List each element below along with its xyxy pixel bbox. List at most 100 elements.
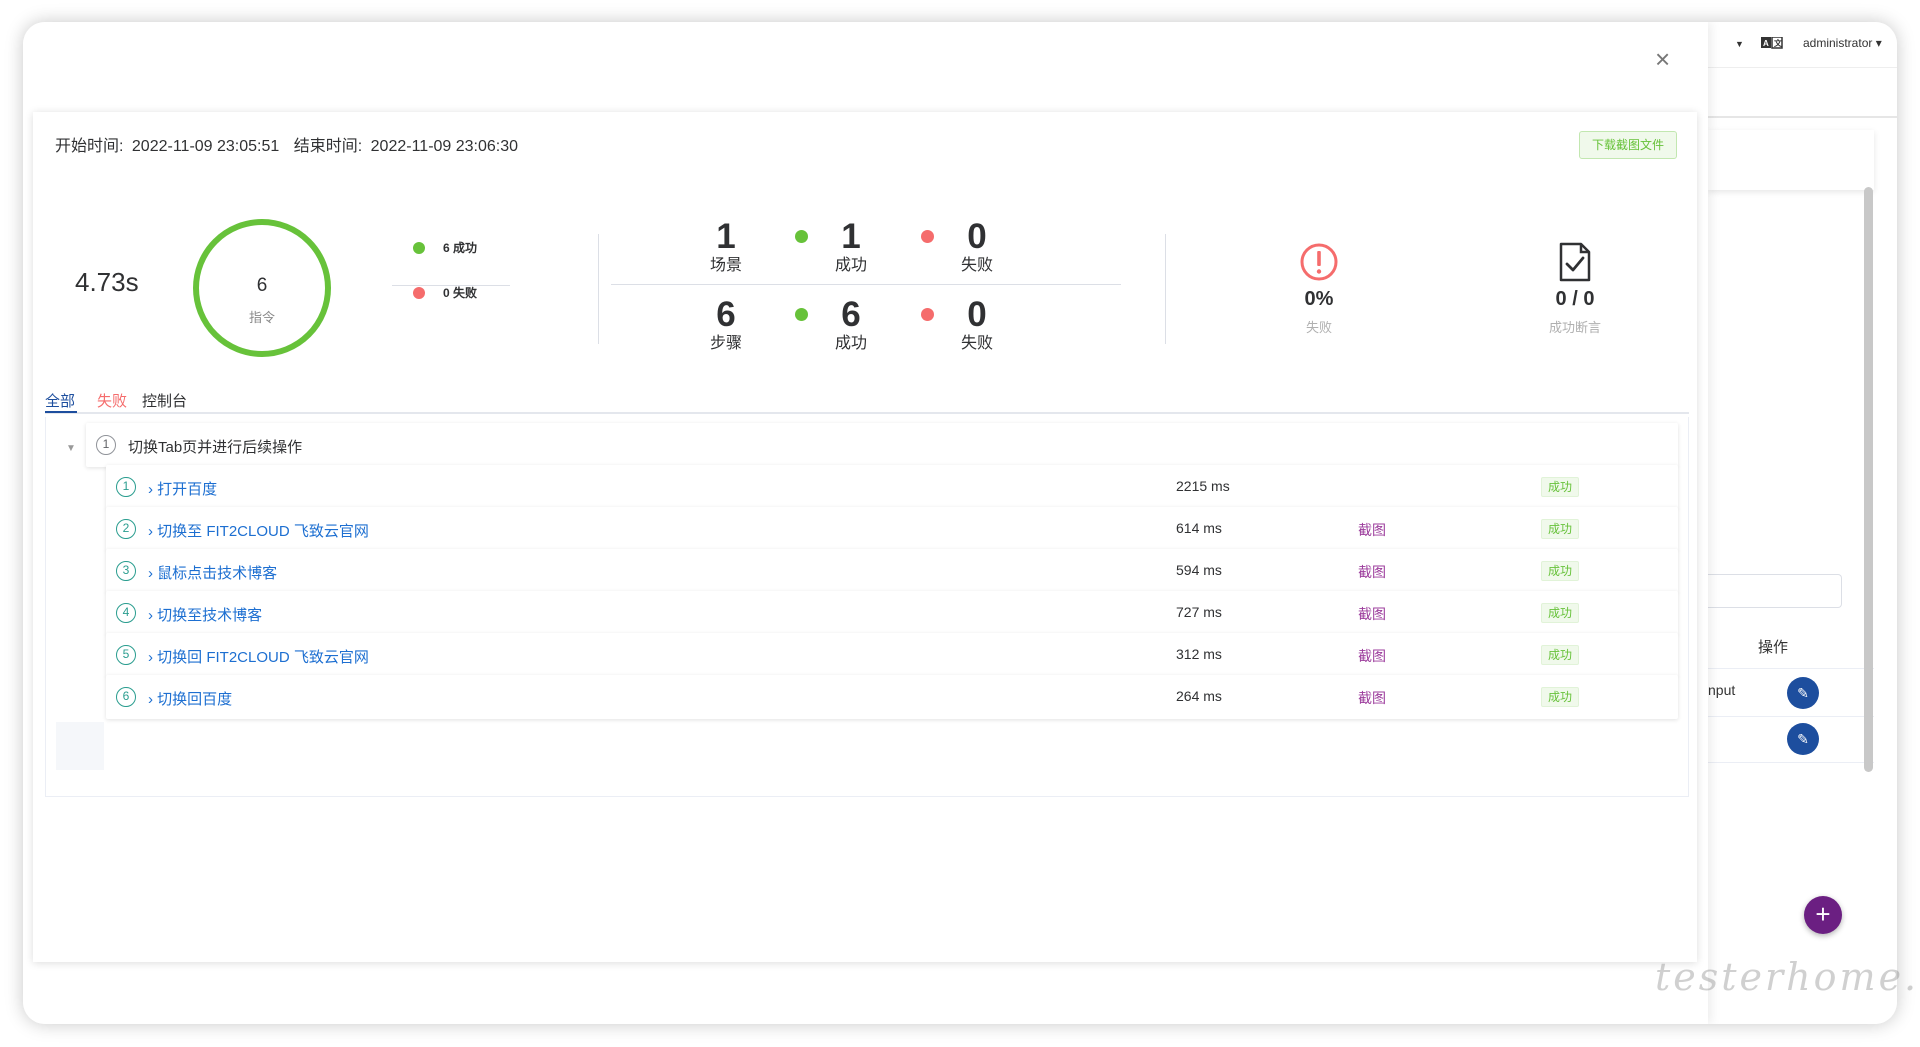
- scenario-group[interactable]: 1 切换Tab页并进行后续操作: [86, 423, 1678, 467]
- step-fail-value: 0: [967, 295, 987, 334]
- stats-divider: [611, 284, 1121, 285]
- top-header: ▼ A文 administrator ▾: [1708, 22, 1897, 68]
- step-row[interactable]: 5 › 切换回 FIT2CLOUD 飞致云官网 312 ms 截图 成功: [106, 633, 1678, 677]
- status-badge: 成功: [1541, 519, 1579, 539]
- scrollbar[interactable]: [1864, 187, 1873, 772]
- step-row[interactable]: 2 › 切换至 FIT2CLOUD 飞致云官网 614 ms 截图 成功: [106, 507, 1678, 551]
- edit-button[interactable]: ✎: [1787, 723, 1819, 755]
- status-badge: 成功: [1541, 603, 1579, 623]
- screenshot-link[interactable]: 截图: [1358, 604, 1386, 624]
- app-window: ▼ A文 administrator ▾ 操作 nput ✎ ✎ + × 开始时…: [23, 22, 1897, 1024]
- download-screenshots-button[interactable]: 下载截图文件: [1579, 131, 1677, 159]
- step-total: 6 步骤: [681, 296, 771, 354]
- username: administrator: [1803, 36, 1873, 50]
- step-fail-label: 失败: [960, 335, 993, 352]
- legend-success-text: 6 成功: [443, 241, 478, 255]
- watermark: testerhome.com: [1655, 955, 1920, 999]
- step-success-label: 成功: [834, 335, 867, 352]
- scenario-success-label: 成功: [834, 257, 867, 274]
- chevron-right-icon: ›: [148, 565, 153, 582]
- chevron-down-icon[interactable]: ▼: [1735, 39, 1744, 49]
- row-divider: [1708, 762, 1874, 763]
- start-time: 2022-11-09 23:05:51: [131, 138, 280, 155]
- report-card: 开始时间: 2022-11-09 23:05:51 结束时间: 2022-11-…: [33, 112, 1697, 962]
- row-divider: [1708, 668, 1874, 669]
- scenario-total: 1 场景: [681, 218, 771, 276]
- step-index: 4: [116, 603, 136, 623]
- fail-dot: [413, 287, 425, 299]
- report-dialog: × 开始时间: 2022-11-09 23:05:51 结束时间: 2022-1…: [23, 22, 1708, 1024]
- step-tree: ▼ 1 切换Tab页并进行后续操作 1 › 打开百度 2215 ms 成功 2 …: [45, 417, 1689, 797]
- operations-column-header: 操作: [1758, 639, 1789, 656]
- chevron-right-icon: ›: [148, 691, 153, 708]
- status-badge: 成功: [1541, 687, 1579, 707]
- tab-console[interactable]: 控制台: [142, 390, 187, 411]
- step-index: 2: [116, 519, 136, 539]
- row-divider: [1708, 716, 1874, 717]
- status-badge: 成功: [1541, 645, 1579, 665]
- status-badge: 成功: [1541, 561, 1579, 581]
- step-row[interactable]: 3 › 鼠标点击技术博客 594 ms 截图 成功: [106, 549, 1678, 593]
- assertions: 0 / 0 成功断言: [1515, 242, 1635, 336]
- edit-button[interactable]: ✎: [1787, 677, 1819, 709]
- fail-rate-value: 0%: [1304, 288, 1334, 310]
- step-index: 3: [116, 561, 136, 581]
- group-title: 切换Tab页并进行后续操作: [128, 439, 303, 456]
- chevron-right-icon: ›: [148, 523, 153, 540]
- chevron-right-icon: ›: [148, 649, 153, 666]
- step-success-value: 6: [841, 295, 861, 334]
- row-text: nput: [1708, 682, 1736, 698]
- end-time-label: 结束时间:: [293, 138, 363, 155]
- scenario-success: 1 成功: [806, 218, 896, 276]
- user-menu[interactable]: administrator ▾: [1803, 36, 1882, 50]
- step-name[interactable]: › 切换至技术博客: [148, 604, 262, 625]
- step-row[interactable]: 1 › 打开百度 2215 ms 成功: [106, 465, 1678, 509]
- tab-fail-label: 失败: [97, 393, 128, 410]
- step-name-text: 切换至技术博客: [157, 607, 263, 624]
- step-name[interactable]: › 打开百度: [148, 478, 217, 499]
- step-name[interactable]: › 鼠标点击技术博客: [148, 562, 277, 583]
- fail-rate-caption: 失败: [1305, 320, 1332, 335]
- legend-fail: 0 失败: [413, 284, 477, 301]
- step-index: 5: [116, 645, 136, 665]
- step-time: 594 ms: [1176, 562, 1222, 578]
- scenario-fail-label: 失败: [960, 257, 993, 274]
- background-search-input[interactable]: [1708, 574, 1842, 608]
- step-name[interactable]: › 切换至 FIT2CLOUD 飞致云官网: [148, 520, 369, 541]
- tab-active-indicator: [45, 411, 77, 413]
- assertions-caption: 成功断言: [1548, 320, 1601, 335]
- end-time: 2022-11-09 23:06:30: [370, 138, 519, 155]
- screenshot-link[interactable]: 截图: [1358, 520, 1386, 540]
- language-icon[interactable]: A文: [1761, 36, 1784, 49]
- command-count: 6: [256, 275, 268, 296]
- chevron-right-icon: ›: [148, 607, 153, 624]
- group-index: 1: [96, 435, 116, 455]
- screenshot-link[interactable]: 截图: [1358, 562, 1386, 582]
- row-highlight: [56, 722, 104, 770]
- status-badge: 成功: [1541, 477, 1579, 497]
- step-row[interactable]: 4 › 切换至技术博客 727 ms 截图 成功: [106, 591, 1678, 635]
- step-time: 727 ms: [1176, 604, 1222, 620]
- background-app: ▼ A文 administrator ▾ 操作 nput ✎ ✎ +: [1708, 22, 1897, 1024]
- divider: [1165, 234, 1166, 344]
- chevron-right-icon: ›: [148, 481, 153, 498]
- step-row[interactable]: 6 › 切换回百度 264 ms 截图 成功: [106, 675, 1678, 719]
- tab-all[interactable]: 全部: [45, 390, 77, 413]
- screenshot-link[interactable]: 截图: [1358, 646, 1386, 666]
- start-time-label: 开始时间:: [55, 138, 124, 155]
- add-button[interactable]: +: [1804, 896, 1842, 934]
- command-ring-chart: 6 指令: [193, 219, 331, 357]
- step-name[interactable]: › 切换回 FIT2CLOUD 飞致云官网: [148, 646, 369, 667]
- tab-console-label: 控制台: [142, 393, 188, 410]
- background-panel: [1708, 130, 1874, 190]
- close-icon[interactable]: ×: [1655, 46, 1670, 72]
- total-duration: 4.73s: [75, 267, 139, 297]
- scenario-fail: 0 失败: [932, 218, 1022, 276]
- step-total-label: 步骤: [709, 335, 742, 352]
- legend-fail-text: 0 失败: [443, 286, 478, 300]
- caret-down-icon[interactable]: ▼: [66, 443, 76, 454]
- tab-all-label: 全部: [45, 393, 76, 410]
- tab-fail[interactable]: 失败: [97, 390, 127, 411]
- screenshot-link[interactable]: 截图: [1358, 688, 1386, 708]
- step-name[interactable]: › 切换回百度: [148, 688, 232, 709]
